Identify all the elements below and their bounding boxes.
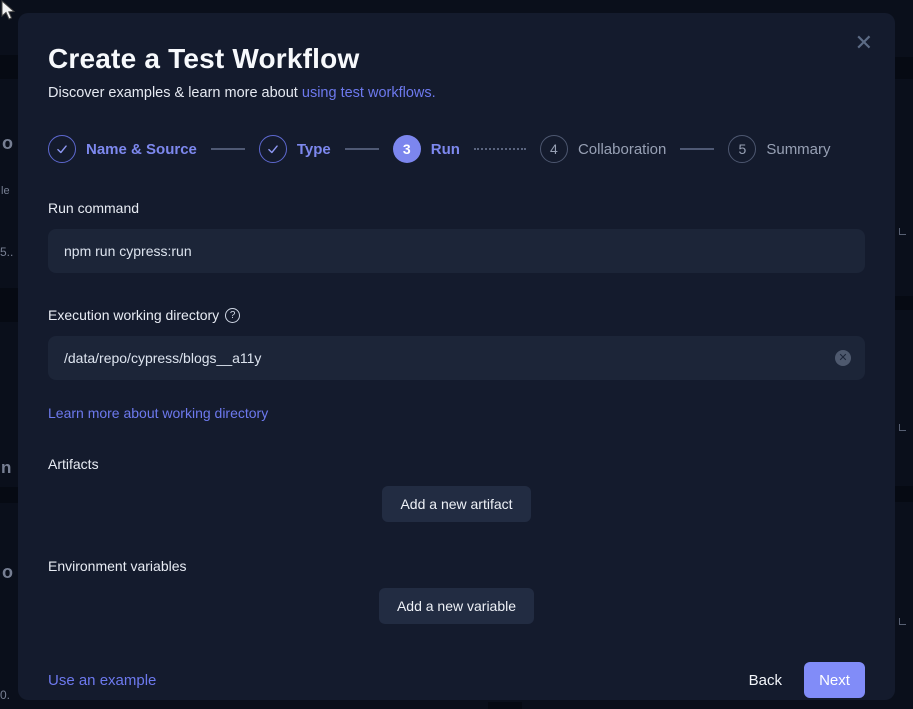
step-label: Run [431, 141, 460, 158]
artifacts-label: Artifacts [48, 456, 865, 472]
test-workflows-link[interactable]: using test workflows. [302, 85, 436, 101]
help-icon[interactable]: ? [225, 308, 240, 323]
working-directory-input[interactable] [48, 336, 865, 380]
stepper-connector [680, 148, 714, 150]
step-label: Type [297, 141, 331, 158]
stepper-step-summary[interactable]: 5 Summary [728, 135, 830, 163]
stepper-step-collaboration[interactable]: 4 Collaboration [540, 135, 666, 163]
background-block [0, 487, 18, 503]
background-corner-mark [899, 424, 906, 431]
background-corner-mark [899, 228, 906, 235]
footer-actions: Back Next [749, 662, 865, 698]
step-number: 4 [540, 135, 568, 163]
stepper-connector [345, 148, 379, 150]
back-button[interactable]: Back [749, 672, 782, 689]
add-variable-button[interactable]: Add a new variable [379, 588, 534, 624]
environment-variables-label: Environment variables [48, 558, 865, 574]
background-block [895, 486, 913, 502]
mouse-cursor-icon [0, 0, 18, 22]
create-test-workflow-modal: ✕ Create a Test Workflow Discover exampl… [18, 13, 895, 700]
step-label: Collaboration [578, 141, 666, 158]
background-corner-mark [899, 618, 906, 625]
run-command-input[interactable] [48, 229, 865, 273]
next-button[interactable]: Next [804, 662, 865, 698]
background-block [895, 296, 913, 310]
stepper-step-run[interactable]: 3 Run [393, 135, 460, 163]
add-artifact-button[interactable]: Add a new artifact [382, 486, 530, 522]
run-command-label: Run command [48, 200, 865, 216]
modal-subtitle: Discover examples & learn more about usi… [48, 85, 865, 101]
step-label: Summary [766, 141, 830, 158]
stepper-step-type[interactable]: Type [259, 135, 331, 163]
background-text-fragment: le [1, 185, 10, 197]
step-check-icon [259, 135, 287, 163]
clear-input-icon[interactable]: ✕ [835, 350, 851, 366]
background-text-fragment: n [1, 458, 11, 478]
working-directory-label-text: Execution working directory [48, 307, 219, 323]
subtitle-text: Discover examples & learn more about [48, 85, 302, 101]
artifacts-button-row: Add a new artifact [48, 486, 865, 522]
stepper-connector-dotted [474, 148, 526, 150]
background-block [895, 57, 913, 79]
wizard-stepper: Name & Source Type 3 Run 4 Collaboration… [48, 135, 865, 163]
step-number: 5 [728, 135, 756, 163]
stepper-connector [211, 148, 245, 150]
background-text-fragment: 0. [0, 688, 10, 702]
background-text-fragment: 5.. [0, 245, 13, 259]
environment-variables-button-row: Add a new variable [48, 588, 865, 624]
step-number: 3 [393, 135, 421, 163]
step-check-icon [48, 135, 76, 163]
modal-footer: Use an example Back Next [48, 662, 865, 698]
learn-more-working-directory-link[interactable]: Learn more about working directory [48, 405, 268, 421]
background-block [0, 55, 18, 79]
step-label: Name & Source [86, 141, 197, 158]
stepper-step-name-source[interactable]: Name & Source [48, 135, 197, 163]
background-block [0, 288, 18, 322]
background-text-fragment: o [2, 133, 13, 154]
modal-title: Create a Test Workflow [48, 43, 865, 75]
background-block [488, 702, 522, 709]
working-directory-label: Execution working directory ? [48, 307, 865, 323]
working-directory-field-wrap: ✕ [48, 336, 865, 380]
background-text-fragment: o [2, 562, 13, 583]
close-icon[interactable]: ✕ [855, 33, 873, 53]
use-an-example-link[interactable]: Use an example [48, 672, 156, 689]
run-command-field-wrap [48, 229, 865, 273]
